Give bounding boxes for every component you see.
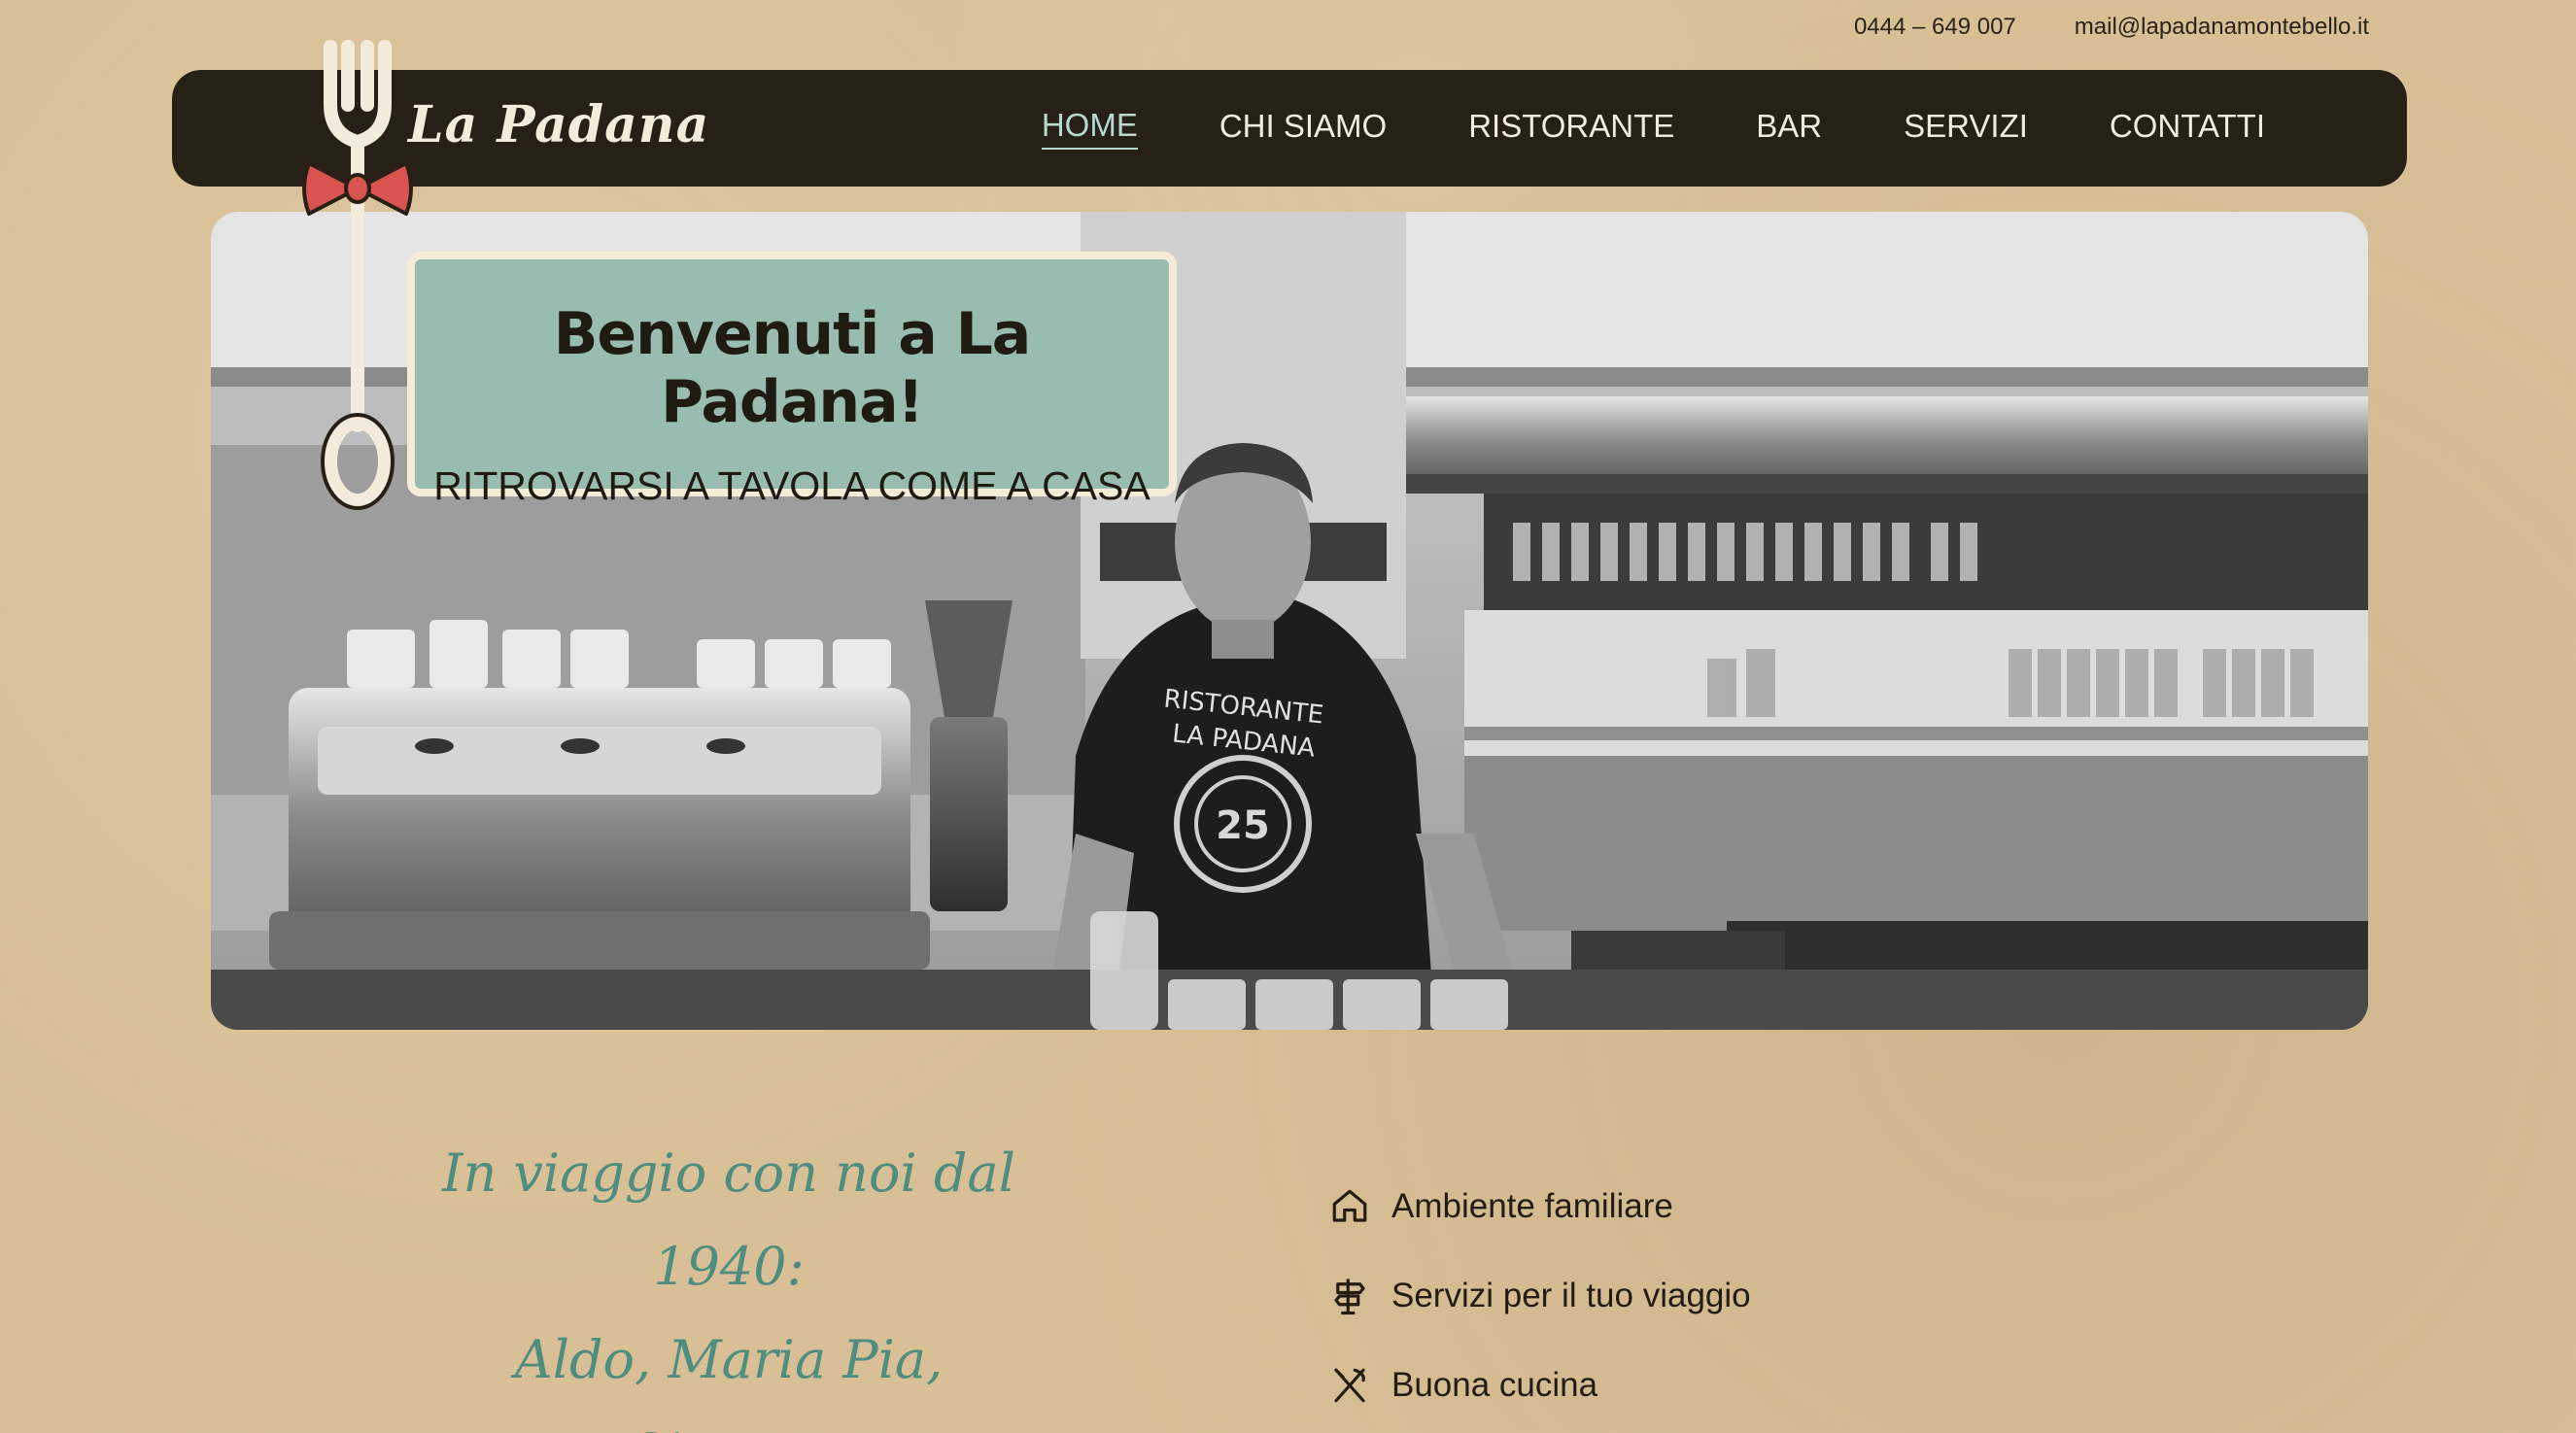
nav-contatti[interactable]: CONTATTI [2110, 108, 2265, 149]
feature-item: Servizi per il tuo viaggio [1329, 1251, 1751, 1341]
nav-chi-siamo[interactable]: CHI SIAMO [1219, 108, 1387, 149]
nav-home[interactable]: HOME [1041, 107, 1138, 150]
tagline-line-1: In viaggio con noi dal 1940: [442, 1143, 1015, 1297]
utensils-icon [1334, 1368, 1365, 1403]
main-nav: HOME CHI SIAMO RISTORANTE BAR SERVIZI CO… [1041, 70, 2265, 187]
feature-label: Ambiente familiare [1391, 1187, 1673, 1225]
fork-logo-icon[interactable] [292, 37, 428, 513]
hero-subtitle: RITROVARSI A TAVOLA COME A CASA [433, 463, 1151, 508]
top-contact-bar: 0444 – 649 007 mail@lapadanamontebello.i… [1854, 14, 2369, 41]
feature-item: Buona cucina [1329, 1341, 1751, 1430]
features-list: Ambiente familiare Servizi per il tuo vi… [1329, 1162, 1751, 1430]
phone-number[interactable]: 0444 – 649 007 [1854, 14, 2016, 41]
nav-ristorante[interactable]: RISTORANTE [1468, 108, 1674, 149]
feature-item: Ambiente familiare [1329, 1162, 1751, 1251]
svg-text:25: 25 [1216, 803, 1270, 848]
feature-label: Servizi per il tuo viaggio [1391, 1277, 1751, 1314]
nav-bar[interactable]: BAR [1756, 108, 1822, 149]
feature-label: Buona cucina [1391, 1366, 1598, 1404]
main-navbar: La Padana HOME CHI SIAMO RISTORANTE BAR … [172, 70, 2407, 187]
brand-logo-text[interactable]: La Padana [408, 95, 709, 154]
signpost-icon [1334, 1279, 1365, 1315]
nav-servizi[interactable]: SERVIZI [1904, 108, 2028, 149]
welcome-box: Benvenuti a La Padana! RITROVARSI A TAVO… [407, 252, 1177, 508]
email-address[interactable]: mail@lapadanamontebello.it [2075, 14, 2369, 41]
tagline-line-2: Aldo, Maria Pia, Simone [514, 1329, 944, 1433]
hero-title: Benvenuti a La Padana! [553, 300, 1032, 436]
history-tagline: In viaggio con noi dal 1940: Aldo, Maria… [408, 1127, 1049, 1433]
home-icon [1332, 1189, 1367, 1222]
